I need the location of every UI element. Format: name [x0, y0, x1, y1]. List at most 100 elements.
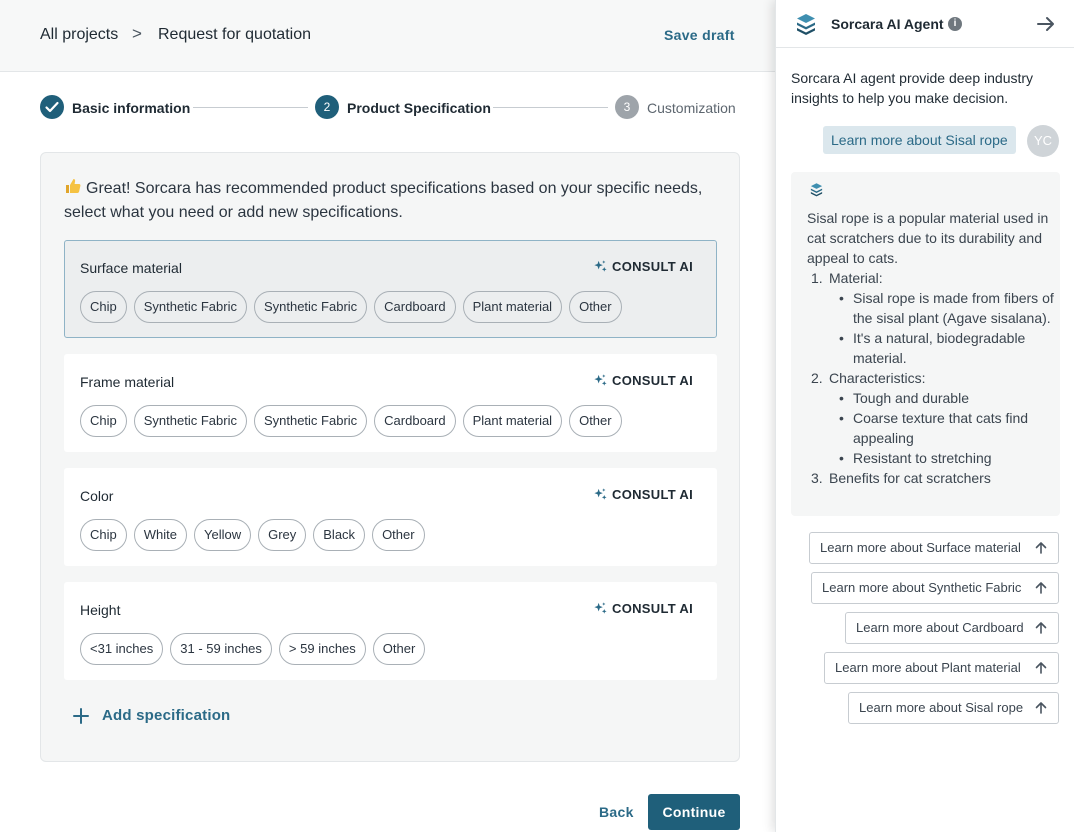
- option-chip[interactable]: Other: [569, 291, 622, 323]
- option-chip[interactable]: Synthetic Fabric: [133, 291, 247, 323]
- step-1-check-icon[interactable]: [40, 95, 64, 119]
- option-chip[interactable]: Synthetic Fabric: [133, 405, 247, 437]
- list-item: • It's a natural, biodegradable material.: [839, 330, 1026, 366]
- suggestion-button[interactable]: Learn more about Plant material: [824, 652, 1059, 684]
- consult-ai-label: CONSULT AI: [612, 601, 693, 616]
- option-chip[interactable]: > 59 inches: [278, 633, 366, 665]
- step-3-label[interactable]: Customization: [647, 100, 736, 116]
- spec-color[interactable]: Color CONSULT AI Chip White Yellow Grey …: [64, 468, 717, 566]
- continue-button[interactable]: Continue: [648, 794, 740, 830]
- option-chips: Chip Synthetic Fabric Synthetic Fabric C…: [80, 405, 622, 437]
- panel-intro: Sorcara AI agent provide deep industry i…: [791, 70, 1034, 106]
- breadcrumb-all-projects[interactable]: All projects: [40, 26, 118, 44]
- option-chip[interactable]: Cardboard: [374, 405, 456, 437]
- step-2-number[interactable]: 2: [315, 95, 339, 119]
- option-chip[interactable]: Grey: [258, 519, 307, 551]
- suggestion-button[interactable]: Learn more about Cardboard: [845, 612, 1059, 644]
- suggestion-button[interactable]: Learn more about Sisal rope: [848, 692, 1059, 724]
- option-chips: Chip Synthetic Fabric Synthetic Fabric C…: [80, 291, 622, 323]
- arrow-up-icon: [1035, 542, 1047, 554]
- chevron-right-icon: >: [132, 24, 142, 43]
- step-3-number[interactable]: 3: [615, 95, 639, 119]
- list-item: 1. Material:: [811, 270, 883, 286]
- breadcrumb-current: Request for quotation: [158, 26, 311, 43]
- option-chips: <31 inches 31 - 59 inches > 59 inches Ot…: [80, 633, 426, 665]
- stepper: Basic information 2 Product Specificatio…: [40, 95, 740, 121]
- specification-card: Great! Sorcara has recommended product s…: [40, 152, 740, 762]
- list-item: • Tough and durable: [839, 390, 969, 406]
- step-1-label[interactable]: Basic information: [72, 100, 190, 116]
- arrow-up-icon: [1035, 582, 1047, 594]
- panel-title: Sorcara AI Agent: [831, 16, 944, 32]
- avatar: YC: [1027, 125, 1059, 157]
- option-chip[interactable]: Synthetic Fabric: [253, 291, 368, 323]
- sparkle-icon: [594, 602, 607, 614]
- consult-ai-button[interactable]: CONSULT AI: [593, 487, 693, 502]
- option-chip[interactable]: Black: [313, 519, 366, 551]
- save-draft-button[interactable]: Save draft: [664, 27, 735, 43]
- consult-ai-button[interactable]: CONSULT AI: [593, 373, 693, 388]
- check-icon: [45, 101, 59, 113]
- option-chip[interactable]: White: [133, 519, 187, 551]
- sparkle-icon: [594, 488, 607, 500]
- intro-message: Great! Sorcara has recommended product s…: [64, 180, 703, 221]
- spec-surface-material[interactable]: Surface material CONSULT AI Chip Synthet…: [64, 240, 717, 338]
- plus-icon: [73, 707, 89, 724]
- arrow-up-icon: [1035, 702, 1047, 714]
- suggestion-label: Learn more about Cardboard: [856, 620, 1024, 635]
- sorcara-logo-icon: [797, 14, 815, 35]
- consult-ai-button[interactable]: CONSULT AI: [593, 259, 693, 274]
- option-chip[interactable]: Other: [372, 633, 426, 665]
- option-chip[interactable]: 31 - 59 inches: [170, 633, 272, 665]
- add-specification-label: Add specification: [102, 707, 231, 724]
- step-connector: [193, 107, 308, 108]
- suggestion-button[interactable]: Learn more about Surface material: [809, 532, 1059, 564]
- option-chip[interactable]: Plant material: [462, 291, 563, 323]
- consult-ai-label: CONSULT AI: [612, 373, 693, 388]
- spec-height[interactable]: Height CONSULT AI <31 inches 31 - 59 inc…: [64, 582, 717, 680]
- option-chip[interactable]: <31 inches: [80, 633, 164, 665]
- option-chip[interactable]: Other: [569, 405, 622, 437]
- panel-header: Sorcara AI Agent i: [776, 0, 1074, 48]
- sorcara-logo-icon: [810, 183, 823, 197]
- consult-ai-button[interactable]: CONSULT AI: [593, 601, 693, 616]
- list-item: • Sisal rope is made from fibers of the s…: [839, 290, 1054, 326]
- list-item: 3. Benefits for cat scratchers: [811, 470, 991, 486]
- option-chip[interactable]: Other: [372, 519, 425, 551]
- ai-agent-panel: Sorcara AI Agent i Sorcara AI agent prov…: [775, 0, 1074, 832]
- arrow-up-icon: [1035, 662, 1047, 674]
- option-chip[interactable]: Yellow: [193, 519, 252, 551]
- suggestion-button[interactable]: Learn more about Synthetic Fabric: [811, 572, 1059, 604]
- arrow-right-icon[interactable]: [1035, 14, 1057, 34]
- sparkle-icon: [594, 374, 607, 386]
- list-item: 2. Characteristics:: [811, 370, 926, 386]
- option-chip[interactable]: Chip: [80, 291, 127, 323]
- top-bar: All projects > Request for quotation Sav…: [0, 0, 780, 72]
- sparkle-icon: [594, 260, 607, 272]
- back-button[interactable]: Back: [599, 804, 634, 820]
- step-2-label[interactable]: Product Specification: [347, 100, 491, 116]
- suggestion-label: Learn more about Surface material: [820, 540, 1021, 555]
- thumbs-up-icon: [66, 179, 81, 193]
- option-chip[interactable]: Synthetic Fabric: [253, 405, 368, 437]
- add-specification-button[interactable]: Add specification: [73, 707, 230, 724]
- consult-ai-label: CONSULT AI: [612, 487, 693, 502]
- spec-title: Surface material: [80, 260, 182, 276]
- list-item: • Resistant to stretching: [839, 450, 992, 466]
- user-message[interactable]: Learn more about Sisal rope: [823, 126, 1016, 154]
- suggestion-label: Learn more about Sisal rope: [859, 700, 1024, 715]
- option-chip[interactable]: Chip: [80, 519, 127, 551]
- ai-list: 1. Material: • Sisal rope is made from fib…: [811, 268, 1056, 488]
- info-icon[interactable]: i: [948, 17, 962, 31]
- consult-ai-label: CONSULT AI: [612, 259, 693, 274]
- option-chip[interactable]: Chip: [80, 405, 127, 437]
- option-chip[interactable]: Plant material: [462, 405, 563, 437]
- spec-title: Height: [80, 602, 121, 618]
- spec-frame-material[interactable]: Frame material CONSULT AI Chip Synthetic…: [64, 354, 717, 452]
- option-chips: Chip White Yellow Grey Black Other: [80, 519, 425, 551]
- option-chip[interactable]: Cardboard: [374, 291, 456, 323]
- spec-title: Frame material: [80, 374, 175, 390]
- intro-text: Great! Sorcara has recommended product s…: [64, 177, 724, 225]
- step-connector: [493, 107, 608, 108]
- ai-summary: Sisal rope is a popular material used in…: [807, 210, 1049, 266]
